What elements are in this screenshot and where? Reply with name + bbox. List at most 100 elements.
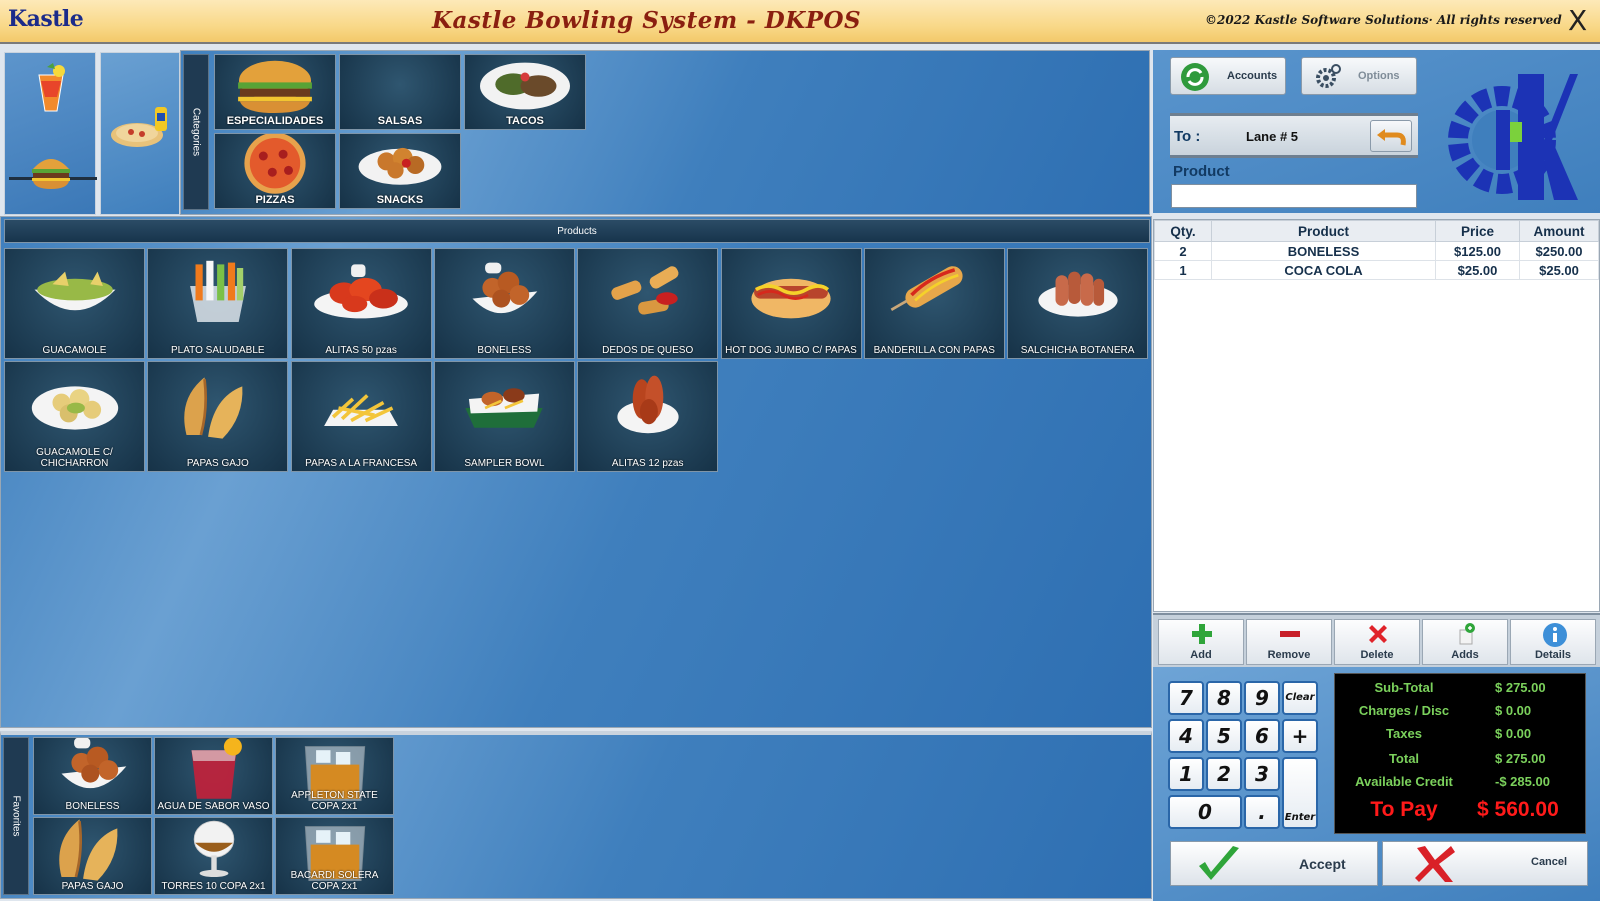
credit-value: -$ 285.00 bbox=[1495, 774, 1550, 789]
add-button[interactable]: Add bbox=[1158, 619, 1244, 665]
category-tile-especialidades[interactable]: ESPECIALIDADES bbox=[214, 54, 336, 130]
pizza-icon bbox=[244, 134, 306, 194]
pizza-shortcut[interactable] bbox=[109, 103, 171, 153]
order-row[interactable]: 1 COCA COLA $25.00 $25.00 bbox=[1154, 260, 1599, 280]
product-search-label: Product bbox=[1173, 163, 1230, 180]
plus-icon bbox=[1192, 624, 1212, 644]
key-7[interactable]: 7 bbox=[1168, 681, 1204, 715]
product-tile-salchicha-botanera-label: SALCHICHA BOTANERA bbox=[1020, 345, 1135, 356]
product-tile-plato-saludable[interactable]: PLATO SALUDABLE bbox=[147, 248, 289, 359]
key-plus[interactable]: + bbox=[1282, 719, 1318, 753]
product-tile-guacamole-label: GUACAMOLE bbox=[42, 345, 107, 356]
cancel-button[interactable]: Cancel bbox=[1382, 841, 1588, 886]
wings-icon bbox=[314, 264, 408, 319]
favorite-tile-appleton-state-copa-2x1[interactable]: APPLETON STATE COPA 2x1 bbox=[275, 737, 394, 815]
details-button[interactable]: Details bbox=[1510, 619, 1596, 665]
charges-label: Charges / Disc bbox=[1358, 703, 1450, 718]
product-tile-banderilla-con-papas-label: BANDERILLA CON PAPAS bbox=[873, 345, 995, 356]
key-3[interactable]: 3 bbox=[1244, 757, 1280, 791]
favorite-tile-papas-gajo[interactable]: PAPAS GAJO bbox=[33, 817, 152, 895]
options-button[interactable]: Options bbox=[1301, 57, 1417, 95]
category-tile-pizzas-label: PIZZAS bbox=[255, 194, 295, 206]
products-header: Products bbox=[4, 219, 1150, 243]
destination-bar: To : Lane # 5 bbox=[1170, 113, 1418, 158]
product-tile-alitas-50-pzas[interactable]: ALITAS 50 pzas bbox=[290, 248, 432, 359]
product-tile-hot-dog-jumbo-c-papas[interactable]: HOT DOG JUMBO C/ PAPAS bbox=[720, 248, 862, 359]
favorites-tab[interactable]: Favorites bbox=[3, 737, 29, 895]
charges-value: $ 0.00 bbox=[1495, 703, 1532, 718]
favorite-tile-torres-10-copa-2x1[interactable]: TORRES 10 COPA 2x1 bbox=[154, 817, 273, 895]
wings-plate-icon bbox=[617, 375, 679, 433]
product-tile-sampler-bowl[interactable]: SAMPLER BOWL bbox=[433, 361, 575, 472]
product-tile-alitas-12-pzas[interactable]: ALITAS 12 pzas bbox=[577, 361, 719, 472]
category-tile-tacos[interactable]: TACOS bbox=[464, 54, 586, 130]
corndog-icon bbox=[890, 265, 963, 311]
order-table: Qty. Product Price Amount 2 BONELESS $125.… bbox=[1154, 220, 1599, 280]
favorite-tile-bacardi-solera-copa-2x1-label: BACARDI SOLERA COPA 2x1 bbox=[290, 870, 379, 892]
product-tile-salchicha-botanera[interactable]: SALCHICHA BOTANERA bbox=[1007, 248, 1149, 359]
product-tile-hot-dog-jumbo-c-papas-label: HOT DOG JUMBO C/ PAPAS bbox=[725, 345, 857, 356]
fries-icon bbox=[324, 393, 398, 426]
accounts-button[interactable]: Accounts bbox=[1170, 57, 1286, 95]
burger-shortcut[interactable] bbox=[29, 151, 73, 191]
category-tile-snacks[interactable]: SNACKS bbox=[339, 133, 461, 209]
product-tile-guacamole[interactable]: GUACAMOLE bbox=[4, 248, 145, 359]
taxes-label: Taxes bbox=[1386, 726, 1422, 741]
adds-button[interactable]: Adds bbox=[1422, 619, 1508, 665]
delete-button[interactable]: Delete bbox=[1334, 619, 1420, 665]
key-2[interactable]: 2 bbox=[1206, 757, 1242, 791]
product-tile-boneless[interactable]: BONELESS bbox=[433, 248, 575, 359]
accept-button[interactable]: Accept bbox=[1170, 841, 1378, 886]
order-actions-bar: Add Remove Delete Adds Details bbox=[1153, 613, 1600, 667]
accounts-label: Accounts bbox=[1227, 70, 1278, 82]
product-tile-dedos-de-queso[interactable]: DEDOS DE QUESO bbox=[577, 248, 719, 359]
taxes-value: $ 0.00 bbox=[1495, 726, 1532, 741]
order-cell-product: BONELESS bbox=[1211, 241, 1436, 261]
wedges-icon bbox=[184, 377, 243, 439]
key-0[interactable]: 0 bbox=[1168, 795, 1242, 829]
remove-button[interactable]: Remove bbox=[1246, 619, 1332, 665]
back-button[interactable] bbox=[1370, 120, 1412, 152]
category-tile-especialidades-label: ESPECIALIDADES bbox=[226, 115, 324, 127]
cancel-label: Cancel bbox=[1531, 856, 1568, 868]
hotdog-icon bbox=[751, 278, 831, 319]
copyright-text: ©2022 Kastle Software Solutions· All rig… bbox=[1205, 13, 1562, 27]
product-search-input[interactable] bbox=[1171, 184, 1417, 208]
product-tile-guacamole-c-chicharron[interactable]: GUACAMOLE C/ CHICHARRON bbox=[4, 361, 145, 472]
category-tile-salsas[interactable]: SALSAS bbox=[339, 54, 461, 130]
subtotal-value: $ 275.00 bbox=[1495, 680, 1546, 695]
veggies-icon bbox=[189, 260, 246, 322]
cocktail-shortcut[interactable] bbox=[29, 61, 73, 117]
totals-display: Sub-Total $ 275.00 Charges / Disc $ 0.00… bbox=[1334, 673, 1586, 834]
key-6[interactable]: 6 bbox=[1244, 719, 1280, 753]
category-tile-pizzas[interactable]: PIZZAS bbox=[214, 133, 336, 209]
favorite-tile-torres-10-copa-2x1-label: TORRES 10 COPA 2x1 bbox=[161, 881, 266, 892]
to-pay-value: $ 560.00 bbox=[1477, 798, 1559, 821]
key-9[interactable]: 9 bbox=[1244, 681, 1280, 715]
order-cell-amount: $25.00 bbox=[1519, 260, 1599, 280]
key-8[interactable]: 8 bbox=[1206, 681, 1242, 715]
key-4[interactable]: 4 bbox=[1168, 719, 1204, 753]
key-clear[interactable]: Clear bbox=[1282, 681, 1318, 715]
key-5[interactable]: 5 bbox=[1206, 719, 1242, 753]
close-button[interactable]: X bbox=[1568, 4, 1587, 37]
app-logo: Kastle bbox=[8, 6, 84, 32]
column-header-qty: Qty. bbox=[1154, 220, 1212, 242]
product-tile-papas-gajo[interactable]: PAPAS GAJO bbox=[147, 361, 289, 472]
pizza-icon bbox=[111, 107, 167, 147]
column-header-amount: Amount bbox=[1519, 220, 1599, 242]
key-decimal[interactable]: . bbox=[1244, 795, 1280, 829]
favorites-tab-label: Favorites bbox=[10, 795, 22, 837]
boneless-icon bbox=[472, 262, 538, 313]
categories-tab[interactable]: Categories bbox=[183, 54, 209, 210]
favorite-tile-boneless[interactable]: BONELESS bbox=[33, 737, 152, 815]
minus-icon bbox=[1280, 631, 1300, 637]
favorite-tile-bacardi-solera-copa-2x1[interactable]: BACARDI SOLERA COPA 2x1 bbox=[275, 817, 394, 895]
sausage-icon bbox=[1037, 271, 1118, 317]
key-1[interactable]: 1 bbox=[1168, 757, 1204, 791]
order-row[interactable]: 2 BONELESS $125.00 $250.00 bbox=[1154, 241, 1599, 261]
product-tile-papas-a-la-francesa[interactable]: PAPAS A LA FRANCESA bbox=[290, 361, 432, 472]
product-tile-banderilla-con-papas[interactable]: BANDERILLA CON PAPAS bbox=[863, 248, 1005, 359]
favorite-tile-agua-de-sabor-vaso[interactable]: AGUA DE SABOR VASO bbox=[154, 737, 273, 815]
key-enter[interactable]: Enter bbox=[1282, 757, 1318, 829]
